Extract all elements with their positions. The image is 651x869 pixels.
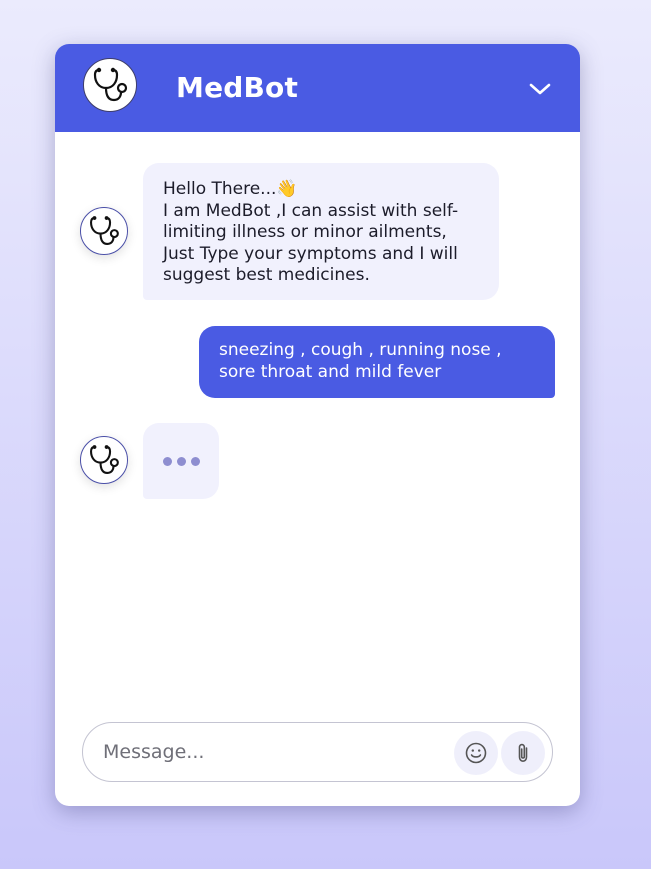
message-input[interactable] <box>103 733 448 771</box>
chat-window: MedBot Hello There...👋 I am MedBot ,I ca <box>55 44 580 806</box>
message-line: sore throat and mild fever <box>219 361 442 382</box>
typing-dot <box>177 457 186 466</box>
attach-button[interactable] <box>501 731 545 775</box>
bot-avatar <box>80 207 128 255</box>
message-line: Just Type your symptoms and I will <box>163 243 458 264</box>
smiley-icon <box>465 742 487 764</box>
typing-dot <box>191 457 200 466</box>
emoji-button[interactable] <box>454 731 498 775</box>
typing-dot <box>163 457 172 466</box>
chat-header: MedBot <box>55 44 580 132</box>
bot-avatar <box>80 436 128 484</box>
chat-title: MedBot <box>176 71 299 104</box>
message-line: limiting illness or minor ailments, <box>163 222 447 242</box>
stethoscope-icon <box>90 216 119 245</box>
message-line: suggest best medicines. <box>163 265 370 285</box>
message-line: Hello There...👋 <box>163 179 298 199</box>
message-list[interactable]: Hello There...👋 I am MedBot ,I can assis… <box>55 132 580 712</box>
chevron-down-icon <box>529 83 551 95</box>
bot-message: Hello There...👋 I am MedBot ,I can assis… <box>143 163 499 300</box>
message-line: I am MedBot ,I can assist with self- <box>163 200 459 221</box>
message-line: sneezing , cough , running nose , <box>219 340 502 360</box>
stethoscope-icon <box>90 445 119 474</box>
user-message: sneezing , cough , running nose , sore t… <box>199 326 555 398</box>
stethoscope-icon <box>83 58 137 112</box>
collapse-button[interactable] <box>523 74 557 104</box>
paperclip-icon <box>518 743 528 762</box>
message-composer <box>82 722 553 782</box>
typing-indicator <box>143 423 219 499</box>
